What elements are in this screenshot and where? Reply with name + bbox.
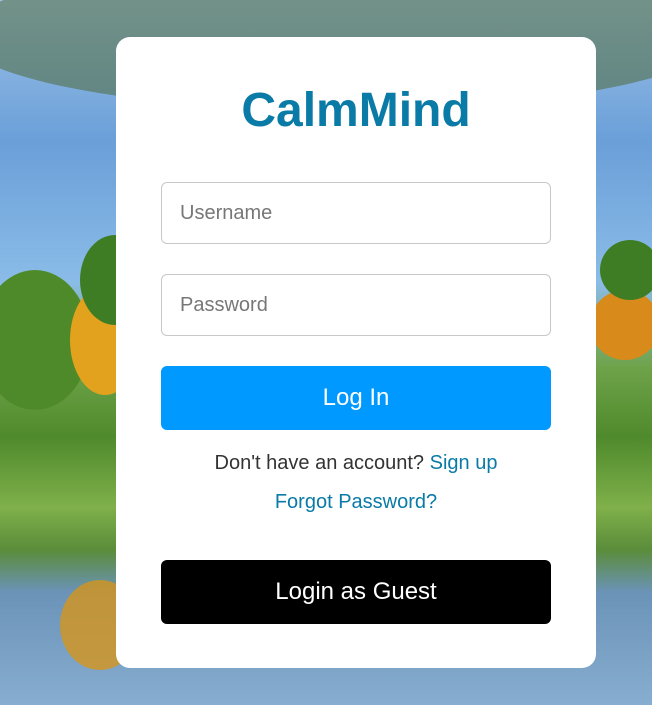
login-button[interactable]: Log In bbox=[161, 366, 551, 430]
username-input[interactable] bbox=[161, 182, 551, 244]
tree-foliage-right-green bbox=[600, 240, 652, 300]
password-input[interactable] bbox=[161, 274, 551, 336]
signup-prompt-line: Don't have an account? Sign up bbox=[116, 452, 596, 475]
signup-prompt-text: Don't have an account? bbox=[214, 452, 430, 474]
forgot-password-link[interactable]: Forgot Password? bbox=[275, 491, 437, 513]
signup-link[interactable]: Sign up bbox=[430, 452, 498, 474]
tree-foliage-right bbox=[590, 290, 652, 360]
app-title: CalmMind bbox=[241, 84, 471, 137]
forgot-password-line: Forgot Password? bbox=[116, 491, 596, 514]
guest-login-button[interactable]: Login as Guest bbox=[161, 560, 551, 624]
